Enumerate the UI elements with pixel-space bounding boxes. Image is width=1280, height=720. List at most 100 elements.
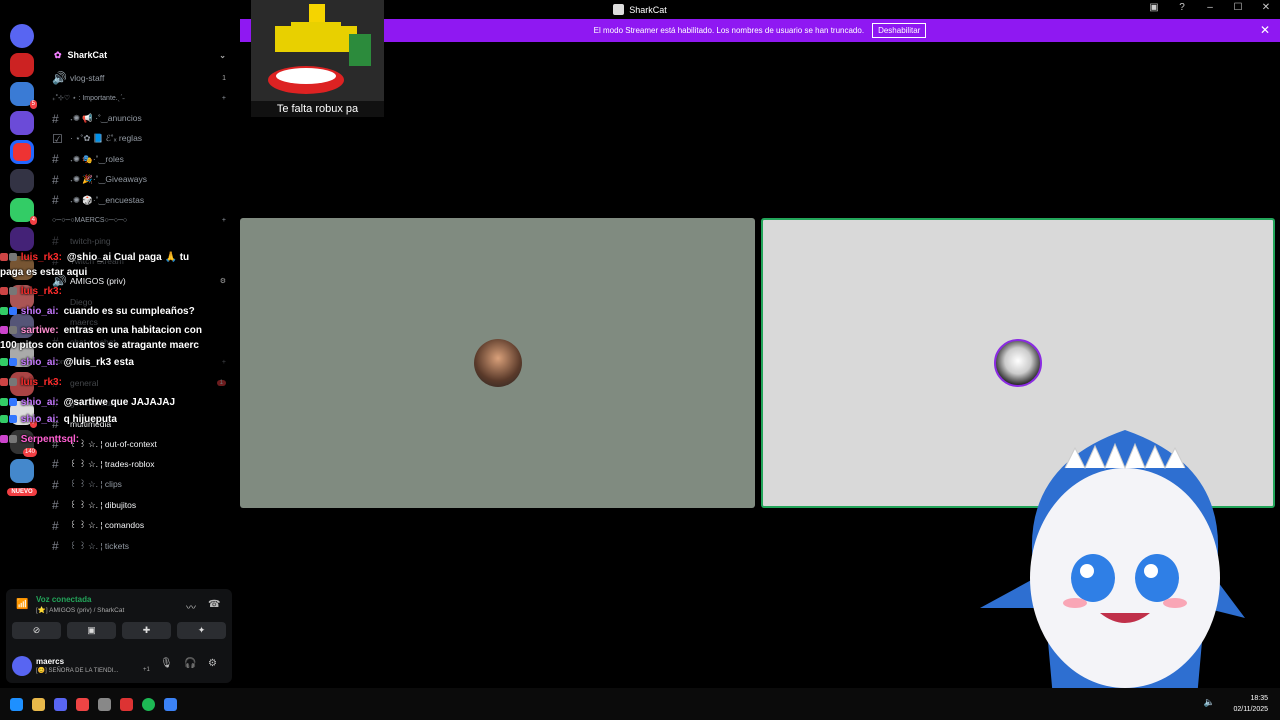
avatar — [473, 339, 522, 387]
channel-item[interactable]: ☑ · ⋆˚✿ 📘 ℰ˚ₓ reglas — [44, 129, 236, 149]
channel-item[interactable]: # general 1 — [44, 373, 236, 393]
system-clock[interactable]: 18:35 02/11/2025 — [1233, 693, 1268, 715]
mention-badge: 1 — [216, 379, 226, 386]
minimize-button[interactable]: – — [1202, 2, 1218, 13]
channel-item[interactable]: # ꒰ ꒱ ☆. ¦ comandos — [44, 515, 236, 535]
headphones-icon[interactable]: 🎧 — [184, 658, 196, 669]
hash-icon: # — [52, 477, 59, 492]
chat-message: paga es estar aqui — [0, 267, 88, 278]
maximize-button[interactable]: ☐ — [1230, 2, 1246, 13]
category-header[interactable]: ○─○─○MAERCS○─○─○ + — [44, 210, 236, 230]
obs-icon[interactable] — [98, 697, 111, 711]
add-channel-icon[interactable]: + — [222, 359, 226, 366]
user-status: [😊] SEÑORA DE LA TIENDI... — [36, 668, 119, 674]
channel-item[interactable]: # ꒰ ꒱ ☆. ¦ clips — [44, 475, 236, 495]
channel-item[interactable]: # ꒰ ꒱ ☆. ¦ dibujitos — [44, 495, 236, 515]
status-extra: +1 — [143, 667, 150, 673]
app-icon[interactable] — [120, 697, 133, 711]
chat-message: 100 pitos con cuantos se atragante maerc — [0, 340, 199, 351]
server-icon[interactable]: 4 — [10, 198, 37, 225]
server-icon[interactable] — [10, 53, 34, 77]
close-banner-icon[interactable]: ✕ — [1260, 23, 1270, 37]
add-channel-icon[interactable]: + — [222, 217, 226, 224]
activities-button[interactable]: ✚ — [122, 622, 171, 639]
channel-item[interactable]: 🔊 vlog-staff 1 — [44, 68, 236, 88]
microphone-icon[interactable]: 🎙 — [160, 658, 173, 669]
chevron-down-icon[interactable]: ⌄ — [219, 51, 226, 60]
channel-item[interactable]: # twitch-ping — [44, 230, 236, 250]
server-name: SharkCat — [67, 50, 108, 60]
category-header[interactable]: ₊˚⊹♡ ⋆ : Importante.ˎˊ˗ + — [44, 88, 236, 108]
discord-taskbar-icon[interactable] — [54, 697, 67, 711]
channel-item[interactable]: # ˖✺ 🎲·˚‿encuestas — [44, 190, 236, 210]
chat-message: luis_rk3: @shio_ai Cual paga 🙏 tu — [0, 251, 189, 264]
start-icon[interactable] — [10, 697, 23, 711]
server-icon[interactable] — [10, 169, 34, 193]
chat-message: luis_rk3: — [0, 285, 67, 298]
hash-icon: # — [52, 498, 59, 513]
app-icon[interactable] — [164, 697, 177, 711]
spotify-icon[interactable] — [142, 697, 155, 711]
banner-text: El modo Streamer está habilitado. Los no… — [593, 26, 865, 35]
brave-icon[interactable] — [76, 697, 89, 711]
rules-icon: ☑ — [52, 131, 63, 146]
server-icon[interactable] — [10, 111, 34, 135]
voice-status[interactable]: Voz conectada — [36, 595, 91, 604]
screen-share-button[interactable]: ▣ — [67, 622, 116, 639]
channel-item[interactable]: # ˖✺ 📢 ·˚‿anuncios — [44, 108, 236, 128]
chat-message: shio_ai: @luis_rk3 esta — [0, 356, 134, 369]
server-icon[interactable]: 5 — [10, 82, 37, 109]
server-icon[interactable] — [10, 140, 34, 164]
chat-message: luis_rk3: — [0, 376, 67, 389]
hash-icon: # — [52, 539, 59, 553]
channel-item[interactable]: # ꒰ ꒱ ☆. ¦ tickets — [44, 536, 236, 556]
channel-settings-icon[interactable]: ⚙ — [220, 277, 226, 285]
username[interactable]: maercs — [36, 657, 64, 666]
speaker-icon: 🔊 — [52, 71, 67, 86]
hash-icon: # — [52, 518, 59, 533]
hash-icon: # — [52, 457, 59, 472]
channel-item[interactable]: # ˖✺ 🎉·˚‿Giveaways — [44, 170, 236, 190]
chat-message: Serpenttsql: — [0, 433, 84, 446]
roblox-avatar-image — [251, 0, 384, 117]
server-list: 5 4 7 140 NUEVO — [0, 19, 44, 687]
avatar — [994, 339, 1042, 387]
hash-icon: # — [52, 193, 59, 208]
chat-message: shio_ai: cuando es su cumpleaños? — [0, 305, 195, 318]
voice-status-panel: 📶 Voz conectada [⭐] AMIGOS (priv) / Shar… — [6, 589, 232, 645]
new-badge: NUEVO — [7, 488, 37, 496]
server-header[interactable]: ✿ SharkCat ⌄ — [44, 42, 236, 68]
notification-badge: 140 — [22, 448, 37, 457]
help-icon[interactable]: ? — [1174, 2, 1190, 13]
channel-item[interactable]: # ꒰ ꒱ ☆. ¦ trades-roblox — [44, 454, 236, 474]
discord-home-icon[interactable] — [10, 24, 34, 48]
volume-icon[interactable]: 🔈 — [1204, 697, 1215, 708]
avatar[interactable] — [12, 656, 32, 676]
channel-item[interactable]: # ˖✺ 🎭·˚‿roles — [44, 149, 236, 169]
participant-tile[interactable] — [240, 218, 755, 508]
hash-icon: # — [52, 172, 59, 187]
add-channel-icon[interactable]: + — [222, 95, 226, 102]
settings-gear-icon[interactable]: ⚙ — [208, 658, 217, 669]
server-icon[interactable] — [10, 227, 34, 251]
disconnect-icon[interactable]: ☎ — [208, 599, 220, 610]
voice-channel-path: [⭐] AMIGOS (priv) / SharkCat — [36, 607, 125, 614]
roblox-thumbnail: Te falta robux pa — [251, 0, 384, 117]
windows-taskbar — [0, 688, 1280, 720]
notification-badge: 5 — [29, 100, 37, 109]
chat-message: sartiwe: entras en una habitacion con — [0, 324, 202, 337]
thumbnail-caption: Te falta robux pa — [251, 101, 384, 117]
chat-message: shio_ai: @sartiwe que JAJAJAJ — [0, 396, 175, 409]
close-window-button[interactable]: ✕ — [1258, 2, 1274, 13]
camera-off-button[interactable]: ⊘ — [12, 622, 61, 639]
server-icon[interactable] — [10, 459, 34, 483]
notification-badge: 4 — [29, 216, 37, 225]
disable-button[interactable]: Deshabilitar — [872, 23, 927, 38]
hash-icon: # — [52, 152, 59, 167]
signal-icon[interactable]: 📶 — [16, 599, 28, 610]
inbox-icon[interactable]: ▣ — [1146, 2, 1162, 13]
app-icon — [613, 4, 625, 15]
soundboard-button[interactable]: ✦ — [177, 622, 226, 639]
file-explorer-icon[interactable] — [32, 697, 45, 711]
noise-suppression-icon[interactable]: 〰 — [186, 599, 196, 614]
